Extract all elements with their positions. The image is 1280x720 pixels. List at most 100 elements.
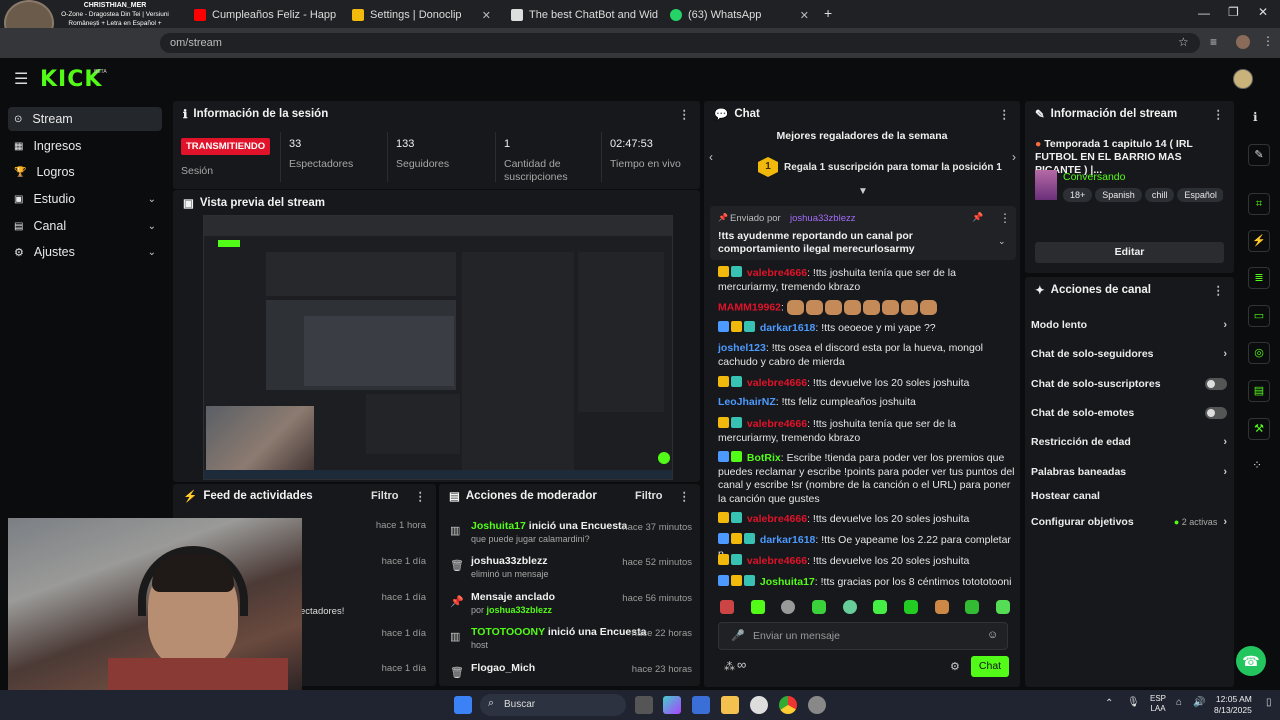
emote-icon[interactable]: [995, 600, 1010, 614]
filter-button[interactable]: Filtro: [371, 490, 399, 502]
support-button[interactable]: ☎: [1236, 646, 1266, 676]
copilot-icon[interactable]: [663, 696, 681, 714]
send-chat-button[interactable]: Chat: [971, 656, 1009, 677]
microphone-icon[interactable]: 🎤: [731, 629, 745, 642]
chat-username[interactable]: BotRix: [747, 452, 781, 464]
tag-pill[interactable]: Spanish: [1095, 188, 1142, 202]
tag-pill[interactable]: Español: [1177, 188, 1223, 202]
sidebar-item-estudio[interactable]: ▣ Estudio ⌄: [8, 187, 162, 211]
browser-tab-4[interactable]: The best ChatBot and Widg 🔊 ✕: [503, 3, 658, 27]
action-host-channel[interactable]: Hostear canal: [1031, 486, 1227, 506]
sidebar-item-stream[interactable]: ⊙ Stream: [8, 107, 162, 131]
bookmark-star-icon[interactable]: ☆: [1178, 35, 1189, 49]
mod-user[interactable]: TOTOTOOONY: [471, 626, 545, 638]
action-age-restriction[interactable]: Restricción de edad ›: [1031, 432, 1227, 452]
clock[interactable]: 12:05 AM 8/13/2025: [1214, 694, 1252, 716]
tray-chevron-icon[interactable]: ⌃: [1105, 698, 1113, 709]
emote-icon[interactable]: [750, 600, 765, 614]
edit-button[interactable]: Editar: [1035, 242, 1224, 263]
mod-user[interactable]: joshua33zblezz: [471, 555, 547, 567]
crop-icon[interactable]: ⌗: [1248, 193, 1270, 215]
chevron-right-icon[interactable]: ›: [1012, 150, 1016, 164]
chat-username[interactable]: valebre4666: [747, 418, 807, 430]
playlist-icon[interactable]: ≡: [1210, 35, 1217, 49]
pencil-icon[interactable]: ✎: [1248, 144, 1270, 166]
browser-tab-1[interactable]: CHRISTHIAN_MER O-Zone - Dragostea Din Te…: [0, 0, 178, 28]
close-icon[interactable]: ✕: [482, 9, 491, 22]
sidebar-item-ajustes[interactable]: ⚙ Ajustes ⌄: [8, 240, 162, 264]
emote-icon[interactable]: [781, 600, 796, 614]
emote-icon[interactable]: [720, 600, 734, 614]
browser-tab-5[interactable]: (63) WhatsApp ✕: [662, 3, 817, 27]
chat-bubble-icon[interactable]: ▭: [1248, 305, 1270, 327]
menu-kebab-icon[interactable]: ⋮: [1213, 283, 1225, 297]
action-slow-mode[interactable]: Modo lento ›: [1031, 315, 1227, 335]
microphone-tray-icon[interactable]: 🎙: [1127, 697, 1140, 708]
sidebar-item-ingresos[interactable]: ▦ Ingresos: [8, 134, 162, 158]
menu-kebab-icon[interactable]: ⋮: [999, 211, 1011, 225]
chrome-icon[interactable]: [779, 696, 797, 714]
mod-user[interactable]: Joshuita17: [471, 520, 526, 532]
chat-username[interactable]: joshel123: [718, 342, 766, 354]
chat-username[interactable]: valebre4666: [747, 513, 807, 525]
chat-username[interactable]: darkar1618: [760, 534, 815, 546]
emote-icon[interactable]: [934, 600, 949, 614]
music-icon[interactable]: [750, 696, 768, 714]
chat-username[interactable]: LeoJhairNZ: [718, 396, 776, 408]
emote-icon[interactable]: [842, 600, 857, 614]
pinned-user[interactable]: joshua33zblezz: [790, 213, 856, 224]
browser-tab-3[interactable]: Settings | Donoclip ✕: [344, 3, 499, 27]
menu-kebab-icon[interactable]: ⋮: [679, 107, 691, 121]
menu-kebab-icon[interactable]: ⋮: [999, 107, 1011, 121]
chat-username[interactable]: valebre4666: [747, 555, 807, 567]
windows-start-icon[interactable]: [454, 696, 472, 714]
chevron-left-icon[interactable]: ‹: [709, 150, 713, 164]
chat-username[interactable]: Joshuita17: [760, 576, 815, 588]
info-icon[interactable]: ℹ: [1253, 110, 1258, 124]
task-view-icon[interactable]: [635, 696, 653, 714]
points-icon[interactable]: ⁂: [724, 660, 735, 673]
menu-kebab-icon[interactable]: ⋮: [1262, 34, 1274, 48]
list-icon[interactable]: ≣: [1248, 267, 1270, 289]
filter-button[interactable]: Filtro: [635, 490, 663, 502]
action-banned-words[interactable]: Palabras baneadas ›: [1031, 462, 1227, 482]
store-icon[interactable]: [692, 696, 710, 714]
close-icon[interactable]: ✕: [800, 9, 809, 22]
emote-icon[interactable]: [811, 600, 826, 614]
close-window-icon[interactable]: ✕: [1258, 5, 1268, 19]
chevron-down-icon[interactable]: ⌄: [998, 236, 1006, 247]
minimize-icon[interactable]: —: [1198, 6, 1210, 20]
sidebar-item-logros[interactable]: 🏆 Logros: [8, 160, 162, 184]
url-field[interactable]: om/stream: [160, 33, 1200, 53]
broadcast-icon[interactable]: ◎: [1248, 342, 1270, 364]
chat-input-box[interactable]: 🎤 Enviar un mensaje ☺: [718, 622, 1008, 650]
tag-pill[interactable]: 18+: [1063, 188, 1093, 202]
stream-preview-video[interactable]: [203, 215, 673, 480]
emoji-icon[interactable]: ☺: [987, 629, 998, 641]
action-goals[interactable]: Configurar objetivos ● 2 activas ›: [1031, 512, 1227, 532]
chat-username[interactable]: valebre4666: [747, 267, 807, 279]
toggle-switch[interactable]: [1205, 407, 1227, 419]
network-icon[interactable]: ⌂: [1176, 697, 1182, 708]
app-icon[interactable]: [808, 696, 826, 714]
collapse-arrow-icon[interactable]: ▼: [858, 186, 868, 197]
tag-pill[interactable]: chill: [1144, 188, 1175, 202]
mod-sub-user[interactable]: joshua33zblezz: [487, 605, 553, 615]
emote-icon[interactable]: [873, 600, 888, 614]
unpin-icon[interactable]: 📌: [972, 212, 983, 223]
chat-username[interactable]: darkar1618: [760, 322, 815, 334]
emote-icon[interactable]: [903, 600, 918, 614]
wrench-icon[interactable]: ⚒: [1248, 418, 1270, 440]
chat-username[interactable]: MAMM19962: [718, 301, 781, 313]
folder-icon[interactable]: [721, 696, 739, 714]
volume-icon[interactable]: 🔊: [1193, 697, 1205, 708]
language-indicator[interactable]: ESP LAA: [1150, 694, 1166, 714]
menu-kebab-icon[interactable]: ⋮: [415, 489, 427, 503]
browser-tab-2[interactable]: Cumpleaños Feliz - Happy Birth: [186, 3, 336, 27]
layout-icon[interactable]: ▤: [1248, 380, 1270, 402]
taskbar-search[interactable]: ⌕ Buscar: [480, 694, 626, 716]
emote-icon[interactable]: [965, 600, 980, 614]
notification-icon[interactable]: ▯: [1266, 697, 1272, 708]
bolt-icon[interactable]: ⚡: [1248, 230, 1270, 252]
toggle-switch[interactable]: [1205, 378, 1227, 390]
